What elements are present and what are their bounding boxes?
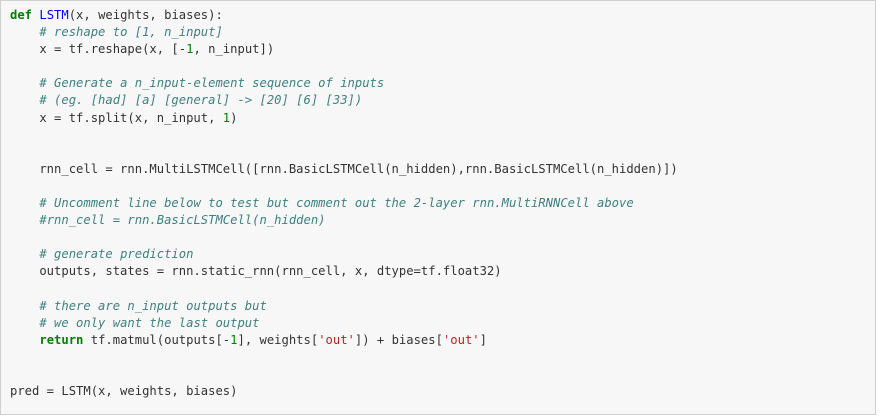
code-text: tf.matmul(outputs[-	[83, 332, 231, 347]
code-comment: #rnn_cell = rnn.BasicLSTMCell(n_hidden)	[39, 213, 326, 228]
code-line: # (eg. [had] [a] [general] -> [20] [6] […	[10, 92, 678, 109]
code-text: pred = LSTM(x, weights, biases)	[10, 384, 238, 399]
code-line: def LSTM(x, weights, biases):	[10, 7, 678, 24]
code-text: ]	[479, 332, 487, 347]
code-comment: # generate prediction	[39, 247, 194, 262]
code-comment: # there are n_input outputs but	[39, 298, 267, 313]
code-keyword: return	[39, 332, 84, 347]
code-line: x = tf.split(x, n_input, 1)	[10, 110, 678, 127]
code-line: outputs, states = rnn.static_rnn(rnn_cel…	[10, 263, 678, 280]
code-text: )	[230, 110, 238, 125]
code-line: # we only want the last output	[10, 315, 678, 332]
code-line: x = tf.reshape(x, [-1, n_input])	[10, 41, 678, 58]
code-line: # Uncomment line below to test but comme…	[10, 195, 678, 212]
code-text: (x, weights, biases):	[68, 8, 223, 22]
code-comment: # Generate a n_input-element sequence of…	[39, 76, 385, 91]
code-comment: # (eg. [had] [a] [general] -> [20] [6] […	[39, 93, 363, 108]
code-comment: # we only want the last output	[39, 315, 260, 330]
code-comment: # Uncomment line below to test but comme…	[39, 196, 634, 211]
code-keyword: def	[10, 8, 33, 22]
code-text: ], weights[	[237, 332, 319, 347]
code-text: rnn_cell = rnn.MultiLSTMCell([rnn.BasicL…	[10, 161, 678, 176]
code-line: # reshape to [1, n_input]	[10, 24, 678, 41]
code-line: # there are n_input outputs but	[10, 298, 678, 315]
code-line: pred = LSTM(x, weights, biases)	[10, 383, 678, 400]
code-line: # generate prediction	[10, 246, 678, 263]
code-function-name: LSTM	[39, 8, 69, 22]
code-text: , n_input])	[193, 42, 275, 57]
code-line: return tf.matmul(outputs[-1], weights['o…	[10, 332, 678, 349]
code-line: #rnn_cell = rnn.BasicLSTMCell(n_hidden)	[10, 212, 678, 229]
code-line: # Generate a n_input-element sequence of…	[10, 75, 678, 92]
code-cell[interactable]: def LSTM(x, weights, biases): # reshape …	[0, 0, 876, 415]
code-line: rnn_cell = rnn.MultiLSTMCell([rnn.BasicL…	[10, 161, 678, 178]
code-comment: # reshape to [1, n_input]	[39, 25, 223, 40]
code-editor[interactable]: def LSTM(x, weights, biases): # reshape …	[10, 7, 678, 400]
code-text: outputs, states = rnn.static_rnn(rnn_cel…	[10, 264, 502, 279]
code-string: 'out'	[318, 332, 355, 347]
code-text: x = tf.reshape(x, [-	[10, 42, 187, 57]
code-text: x = tf.split(x, n_input,	[10, 110, 223, 125]
code-text: ]) + biases[	[354, 332, 443, 347]
code-string: 'out'	[442, 332, 480, 347]
